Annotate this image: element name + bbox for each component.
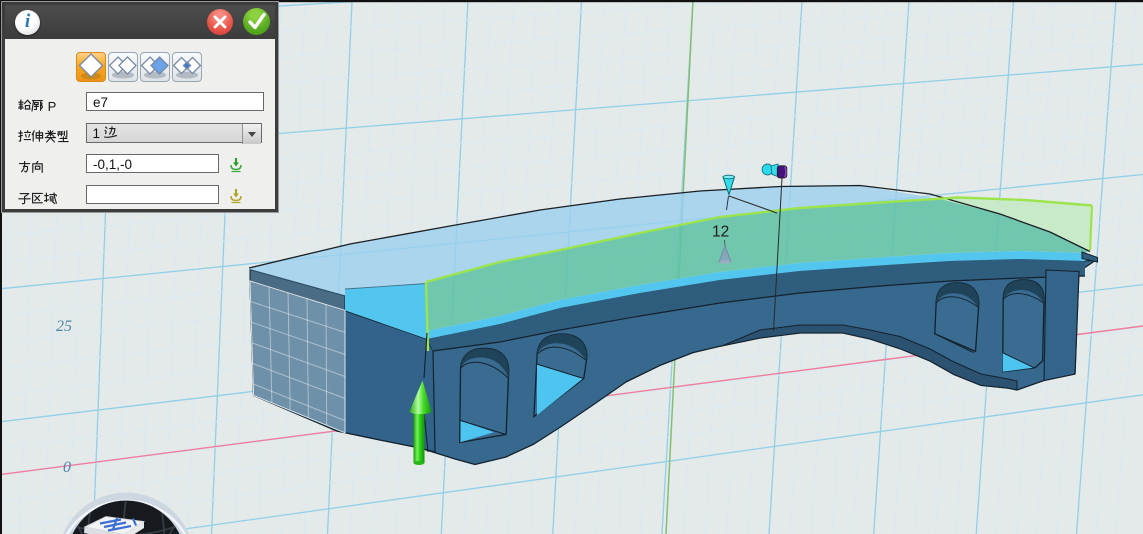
- svg-text:0: 0: [63, 459, 71, 476]
- svg-text:12: 12: [712, 224, 729, 241]
- svg-text:25: 25: [56, 318, 72, 335]
